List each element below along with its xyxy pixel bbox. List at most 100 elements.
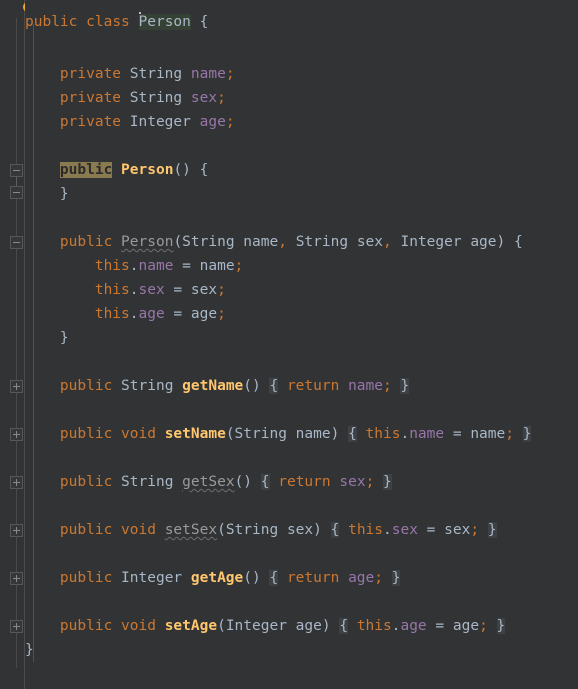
fold-connector-default-constructor: [16, 177, 17, 186]
code-token: {: [348, 426, 357, 442]
code-text-area[interactable]: public class Person { private String nam…: [25, 0, 578, 689]
code-token: String: [182, 234, 235, 250]
code-token: =: [164, 306, 191, 322]
code-token: ;: [217, 90, 226, 106]
fold-set-age-icon[interactable]: [10, 620, 23, 633]
code-token: (): [243, 570, 261, 586]
line-method-get-name[interactable]: public String getName() { return name; }: [25, 374, 410, 398]
code-token: this: [356, 618, 392, 634]
line-class-close[interactable]: }: [25, 638, 34, 662]
code-editor[interactable]: public class Person { private String nam…: [0, 0, 578, 689]
code-token: =: [173, 258, 200, 274]
code-token: name: [243, 234, 279, 250]
code-token: name: [295, 426, 331, 442]
code-token: ;: [479, 618, 488, 634]
line-assign-name[interactable]: this.name = name;: [25, 254, 243, 278]
code-token: age: [199, 114, 226, 130]
code-token: class: [86, 14, 130, 30]
line-class-declaration[interactable]: public class Person {: [25, 10, 208, 34]
code-token: name: [190, 66, 226, 82]
line-args-constructor[interactable]: public Person(String name, String sex, I…: [25, 230, 523, 254]
fold-set-name-icon[interactable]: [10, 428, 23, 441]
line-default-constructor[interactable]: public Person() {: [25, 158, 208, 182]
code-token: ,: [383, 234, 392, 250]
fold-get-name-icon[interactable]: [10, 380, 23, 393]
code-token: ;: [374, 570, 384, 586]
code-token: ): [321, 618, 331, 634]
code-token: .: [383, 522, 392, 538]
line-method-get-sex[interactable]: public String getSex() { return sex; }: [25, 470, 392, 494]
line-method-set-name[interactable]: public void setName(String name) { this.…: [25, 422, 532, 446]
line-method-set-sex[interactable]: public void setSex(String sex) { this.se…: [25, 518, 497, 542]
code-token: }: [391, 570, 401, 586]
line-field-name[interactable]: private String name;: [25, 62, 235, 86]
line-args-constructor-close[interactable]: }: [25, 326, 69, 350]
line-field-age[interactable]: private Integer age;: [25, 110, 235, 134]
line-method-set-age[interactable]: public void setAge(Integer age) { this.a…: [25, 614, 506, 638]
code-token: this: [94, 306, 130, 322]
code-token: name: [470, 426, 506, 442]
code-token: Person: [121, 234, 174, 250]
fold-constructor-args-icon[interactable]: [10, 236, 23, 249]
line-assign-age[interactable]: this.age = age;: [25, 302, 226, 326]
fold-constructor-default-end-icon[interactable]: [10, 186, 23, 199]
code-token: public: [59, 618, 113, 634]
code-token: ): [496, 234, 506, 250]
code-token: (: [225, 426, 235, 442]
code-token: (: [173, 234, 183, 250]
line-field-sex[interactable]: private String sex;: [25, 86, 226, 110]
line-default-constructor-close[interactable]: }: [25, 182, 69, 206]
code-token: String: [121, 474, 174, 490]
fold-get-age-icon[interactable]: [10, 572, 23, 585]
code-token: }: [59, 186, 69, 202]
code-token: (): [234, 474, 253, 490]
code-token: }: [522, 426, 532, 442]
code-token: public: [59, 234, 113, 250]
code-token: public: [59, 570, 113, 586]
code-token: (: [217, 618, 226, 634]
editor-gutter[interactable]: [0, 0, 24, 689]
code-token: {: [269, 378, 279, 394]
fold-set-sex-icon[interactable]: [10, 524, 23, 537]
code-token: age: [138, 306, 165, 322]
code-token: ): [313, 522, 322, 538]
fold-constructor-default-start-icon[interactable]: [10, 164, 23, 177]
line-assign-sex[interactable]: this.sex = sex;: [25, 278, 226, 302]
code-token: ,: [278, 234, 287, 250]
fold-get-sex-icon[interactable]: [10, 476, 23, 489]
code-token: this: [365, 426, 401, 442]
code-token: public: [59, 378, 113, 394]
code-token: private: [59, 90, 122, 106]
code-token: String: [129, 66, 183, 82]
code-token: .: [129, 282, 139, 298]
code-token: String: [225, 522, 279, 538]
code-token: }: [496, 618, 506, 634]
code-token: }: [383, 474, 392, 490]
code-token: public: [59, 162, 113, 178]
line-method-get-age[interactable]: public Integer getAge() { return age; }: [25, 566, 401, 590]
